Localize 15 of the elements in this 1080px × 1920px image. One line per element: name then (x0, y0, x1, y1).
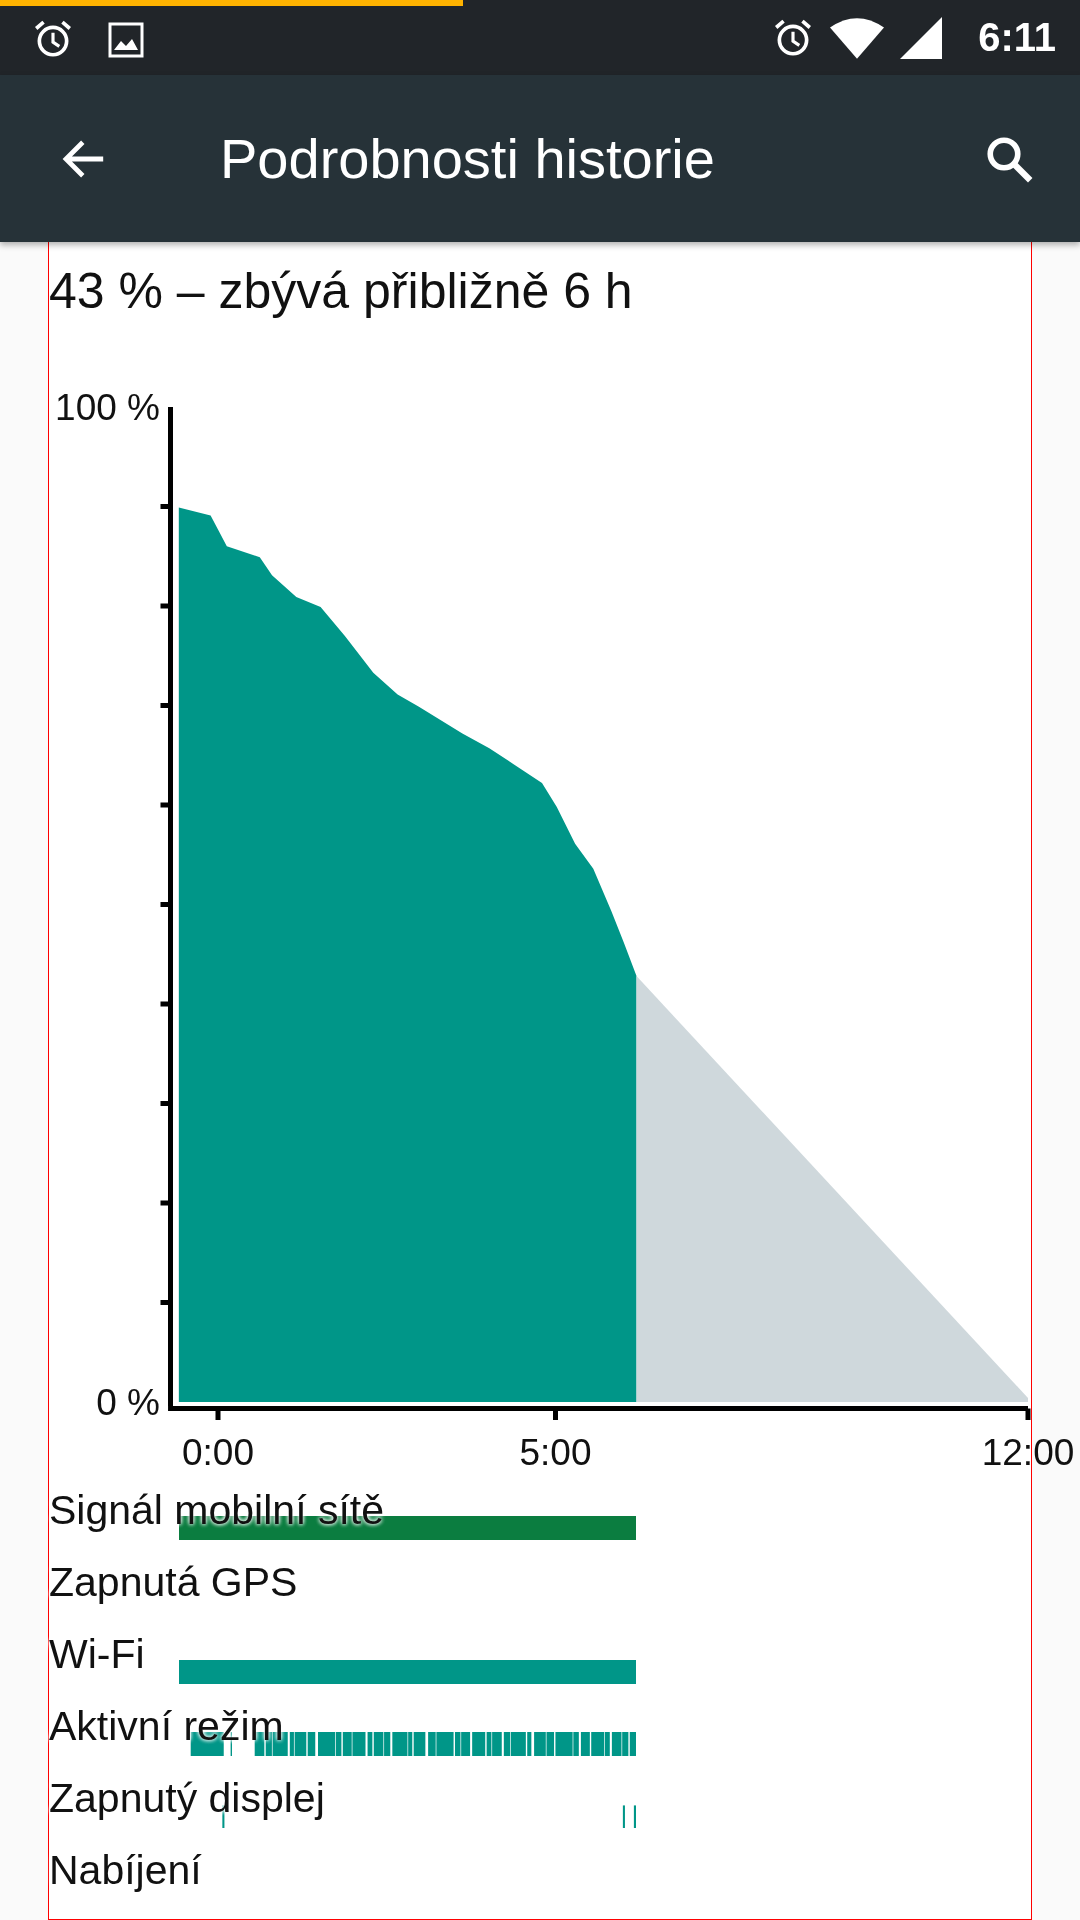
status-row-label: Zapnutá GPS (49, 1558, 298, 1606)
screen-title: Podrobnosti historie (220, 126, 716, 191)
alarm-clock-icon (32, 18, 74, 60)
status-row-label: Wi-Fi (49, 1630, 145, 1678)
status-row-label: Nabíjení (49, 1846, 202, 1894)
signal-icon (900, 16, 943, 59)
battery-summary: 43 % – zbývá přibližně 6 h (49, 262, 634, 321)
x-tick-label: 0:00 (182, 1432, 254, 1473)
image-icon (108, 22, 144, 58)
clock-time: 6:11 (978, 15, 1056, 60)
wifi-icon (830, 16, 885, 59)
x-tick-label: 5:00 (519, 1432, 592, 1473)
y-tick-label: 100 % (55, 387, 160, 428)
y-tick-label: 0 % (96, 1382, 160, 1423)
status-row-label: Zapnutý displej (49, 1774, 325, 1822)
